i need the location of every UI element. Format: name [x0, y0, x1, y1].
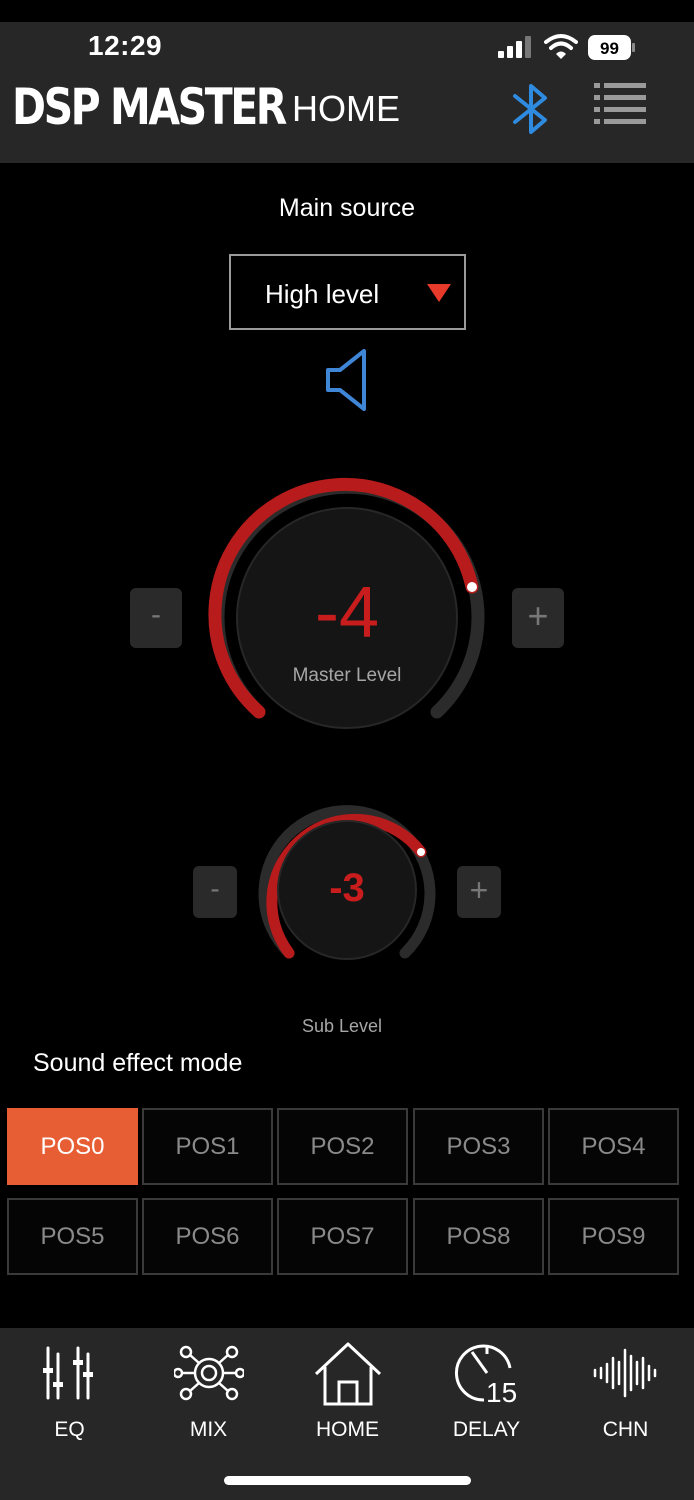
- channel-waveform-icon: [593, 1348, 657, 1398]
- pos-button-3[interactable]: POS3: [413, 1108, 544, 1185]
- pos-button-0[interactable]: POS0: [7, 1108, 138, 1185]
- tab-eq-label: EQ: [54, 1418, 85, 1441]
- master-level-indicator: [467, 582, 477, 592]
- pos-button-9[interactable]: POS9: [548, 1198, 679, 1275]
- home-indicator[interactable]: [224, 1476, 471, 1485]
- delay-badge: 15: [486, 1377, 517, 1406]
- sub-level-indicator: [417, 848, 425, 856]
- sub-level-decrease-button[interactable]: -: [193, 866, 237, 918]
- delay-timer-icon: 15: [454, 1344, 517, 1406]
- pos-button-1[interactable]: POS1: [142, 1108, 273, 1185]
- master-level-label: Master Level: [292, 665, 402, 686]
- mix-network-icon: [174, 1345, 244, 1401]
- tab-chn[interactable]: CHN: [556, 1328, 694, 1448]
- master-level-value: -4: [314, 573, 380, 653]
- sub-level-label: Sub Level: [301, 1016, 383, 1036]
- master-level-decrease-button[interactable]: -: [130, 588, 182, 648]
- tab-delay[interactable]: 15 DELAY: [417, 1328, 556, 1448]
- tab-eq[interactable]: EQ: [0, 1328, 139, 1448]
- pos-button-2[interactable]: POS2: [277, 1108, 408, 1185]
- pos-button-7[interactable]: POS7: [277, 1198, 408, 1275]
- master-level-increase-button[interactable]: +: [512, 588, 564, 648]
- bottom-tab-bar: EQ MIX HOME 15 DELAY CHN: [0, 1328, 694, 1500]
- tab-delay-label: DELAY: [452, 1418, 521, 1441]
- tab-chn-label: CHN: [602, 1418, 649, 1441]
- tab-mix[interactable]: MIX: [139, 1328, 278, 1448]
- tab-home-label: HOME: [316, 1418, 379, 1441]
- pos-button-6[interactable]: POS6: [142, 1198, 273, 1275]
- pos-button-5[interactable]: POS5: [7, 1198, 138, 1275]
- sound-effect-mode-label: Sound effect mode: [33, 1049, 243, 1077]
- tab-home[interactable]: HOME: [278, 1328, 417, 1448]
- home-icon: [314, 1342, 382, 1406]
- sub-level-value: -3: [329, 866, 365, 910]
- pos-button-4[interactable]: POS4: [548, 1108, 679, 1185]
- tab-mix-label: MIX: [189, 1418, 228, 1441]
- sub-level-increase-button[interactable]: +: [457, 866, 501, 918]
- pos-button-8[interactable]: POS8: [413, 1198, 544, 1275]
- eq-sliders-icon: [43, 1346, 93, 1400]
